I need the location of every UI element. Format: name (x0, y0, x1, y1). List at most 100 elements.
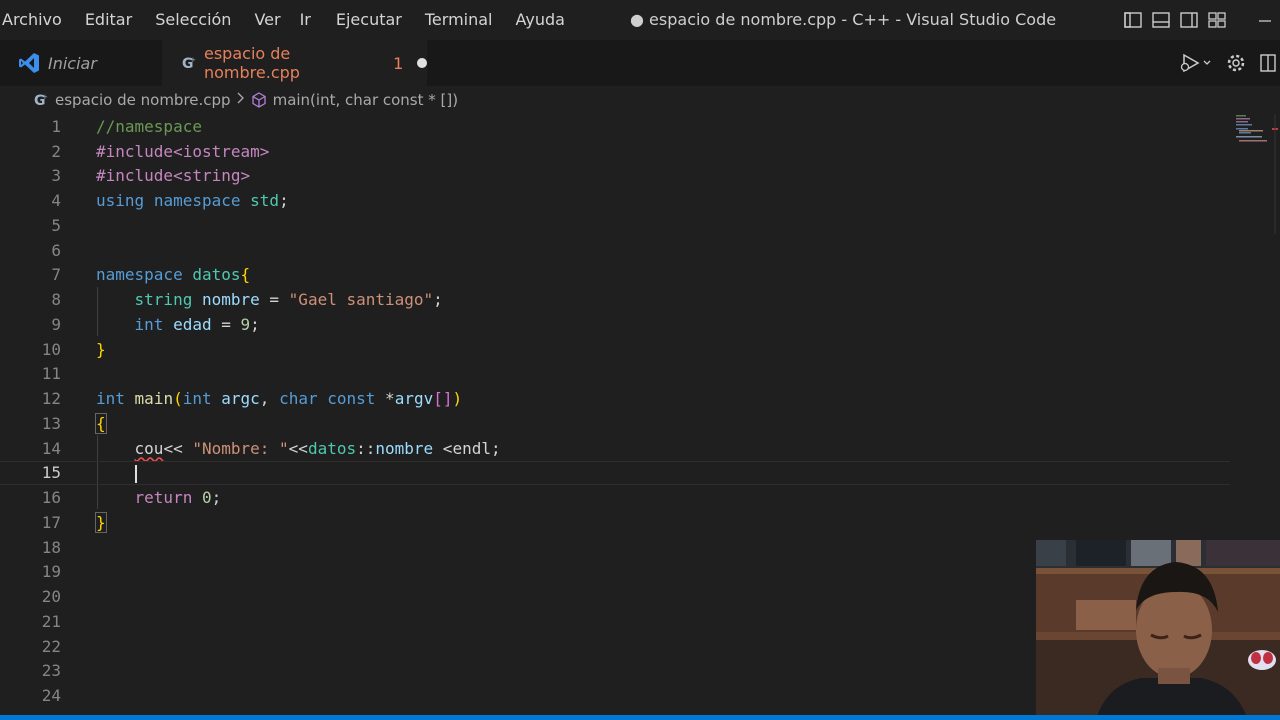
layout-controls (1124, 0, 1274, 40)
variable: edad (173, 314, 212, 334)
operator: * (385, 389, 395, 409)
comment: //namespace (96, 116, 202, 136)
code-line-4: 4 using namespace std; (0, 188, 1230, 213)
line-number: 12 (41, 389, 61, 409)
brace: } (96, 339, 106, 359)
keyword: namespace (96, 265, 183, 285)
breadcrumb-file[interactable]: G + espacio de nombre.cpp (34, 91, 231, 109)
editor-actions (1180, 40, 1280, 86)
code-line-11: 11 (0, 362, 1230, 387)
preprocessor: #include<string> (96, 166, 251, 186)
split-editor-icon[interactable] (1260, 54, 1276, 72)
param: argc (221, 389, 260, 409)
keyword: int (134, 314, 164, 334)
run-debug-icon[interactable] (1180, 53, 1212, 73)
breadcrumb-symbol-label: main(int, char const * []) (272, 91, 459, 109)
code-line-17: 17 } (0, 510, 1230, 535)
line-number: 23 (41, 661, 61, 681)
string: "Gael santiago" (288, 290, 434, 310)
menu-ir[interactable]: Ir (298, 0, 322, 40)
line-number: 17 (41, 512, 61, 532)
variable: nombre (375, 438, 434, 458)
keyword: using (96, 191, 145, 211)
function: main (134, 389, 174, 409)
line-number: 11 (41, 364, 61, 384)
operator: = (211, 314, 241, 334)
menu-bar: Archivo Editar Selección Ver Ir Ejecutar… (0, 0, 576, 40)
error-identifier: cou (134, 438, 164, 458)
line-number: 20 (41, 587, 61, 607)
menu-archivo[interactable]: Archivo (0, 0, 73, 40)
scrollbar[interactable] (1270, 114, 1280, 234)
code-line-12: 12 int main(int argc, char const *argv[]… (0, 386, 1230, 411)
operator: :: (356, 438, 376, 458)
code-line-5: 5 (0, 213, 1230, 238)
line-number: 22 (41, 636, 61, 656)
code-line-8: 8 string nombre = "Gael santiago"; (0, 287, 1230, 312)
line-number: 19 (41, 562, 61, 582)
line-number: 8 (51, 290, 61, 310)
svg-text:+: + (190, 56, 196, 64)
punct: , (259, 389, 280, 409)
text-cursor (134, 464, 137, 483)
code-line-9: 9 int edad = 9; (0, 312, 1230, 337)
line-number: 13 (41, 413, 61, 433)
breadcrumb-symbol[interactable]: main(int, char const * []) (251, 91, 459, 109)
line-number: 1 (51, 116, 61, 136)
line-number: 5 (51, 215, 61, 235)
type: string (134, 290, 193, 310)
tab-espacio-de-nombre[interactable]: G + espacio de nombre.cpp 1 (162, 40, 427, 86)
window-title: ● espacio de nombre.cpp - C++ - Visual S… (630, 10, 1057, 29)
menu-ver[interactable]: Ver (252, 0, 291, 40)
line-number: 3 (51, 166, 61, 186)
tab-file-label: espacio de nombre.cpp (204, 44, 300, 82)
title-bar: Archivo Editar Selección Ver Ir Ejecutar… (0, 0, 1280, 40)
identifier: datos (307, 438, 357, 458)
webcam-overlay (1036, 540, 1280, 720)
keyword: const (327, 389, 376, 409)
paren: ( (173, 389, 183, 409)
line-number: 9 (51, 314, 61, 334)
punct: ; (433, 290, 443, 310)
svg-text:+: + (42, 93, 48, 101)
variable: nombre (201, 290, 260, 310)
code-line-10: 10 } (0, 337, 1230, 362)
code-line-1: 1 //namespace (0, 114, 1230, 139)
line-number: 18 (41, 537, 61, 557)
gear-icon[interactable] (1226, 53, 1246, 73)
brace: } (95, 511, 107, 533)
tab-iniciar-label: Iniciar (48, 53, 97, 73)
keyword: char (279, 389, 318, 409)
minimize-icon[interactable] (1256, 12, 1274, 28)
punct: ; (490, 438, 501, 458)
punct: ; (279, 191, 289, 211)
toggle-secondary-sidebar-icon[interactable] (1180, 12, 1198, 28)
breadcrumb: G + espacio de nombre.cpp main(int, char … (0, 86, 1230, 114)
operator: << (288, 438, 308, 458)
menu-seleccion[interactable]: Selección (153, 0, 242, 40)
breadcrumb-file-label: espacio de nombre.cpp (55, 91, 231, 109)
keyword: int (182, 389, 212, 409)
keyword: int (96, 389, 125, 409)
menu-ejecutar[interactable]: Ejecutar (334, 0, 413, 40)
number: 9 (240, 314, 251, 334)
menu-ayuda[interactable]: Ayuda (514, 0, 576, 40)
customize-layout-icon[interactable] (1208, 12, 1226, 28)
identifier: std (250, 191, 280, 211)
toggle-sidebar-icon[interactable] (1124, 12, 1142, 28)
menu-terminal[interactable]: Terminal (423, 0, 504, 40)
operator: < (433, 438, 453, 458)
toggle-panel-icon[interactable] (1152, 12, 1170, 28)
line-number: 10 (41, 339, 61, 359)
status-bar (0, 715, 1280, 720)
menu-editar[interactable]: Editar (83, 0, 143, 40)
code-line-2: 2 #include<iostream> (0, 139, 1230, 164)
unsaved-dot-icon[interactable] (417, 58, 427, 68)
tab-iniciar[interactable]: Iniciar (0, 40, 162, 86)
line-number: 6 (51, 240, 61, 260)
line-number: 2 (51, 141, 61, 161)
brace: { (240, 265, 251, 285)
keyword: return (134, 488, 193, 508)
preprocessor: #include<iostream> (96, 141, 270, 161)
operator: = (259, 290, 289, 310)
